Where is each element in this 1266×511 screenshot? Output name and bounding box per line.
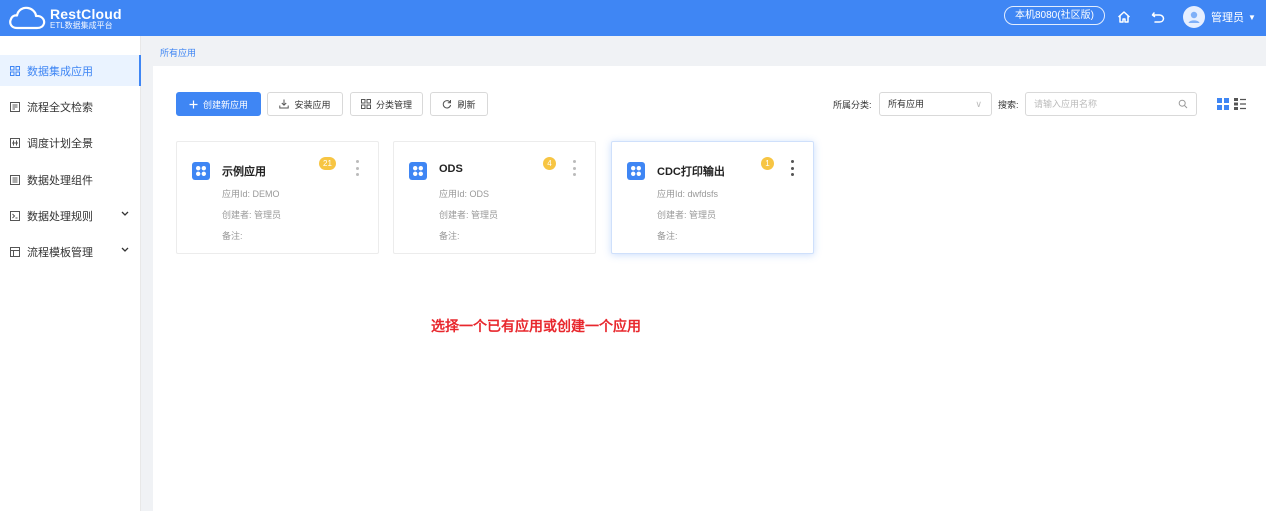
search-label: 搜索: — [998, 100, 1019, 110]
app-icon — [627, 162, 645, 180]
main-content: 所有应用 创建新应用 安装应用 分类管理 刷新 所属分类: 所有应用 ∨ 搜索: — [153, 36, 1266, 511]
app-name: ODS — [439, 163, 463, 175]
plus-icon — [189, 100, 198, 109]
app-name: 示例应用 — [222, 166, 266, 178]
sidebar-item-integration-apps[interactable]: 数据集成应用 — [0, 55, 141, 86]
app-creator: 创建者: 管理员 — [439, 210, 499, 220]
logo[interactable]: RestCloud ETL数据集成平台 — [8, 2, 122, 34]
download-icon — [279, 99, 290, 109]
category-select-value: 所有应用 — [888, 99, 925, 109]
sidebar-item-components[interactable]: 数据处理组件 — [0, 164, 141, 195]
home-icon[interactable] — [1116, 9, 1132, 25]
app-note: 备注: — [657, 231, 678, 241]
sidebar-item-fulltext-search[interactable]: 流程全文检索 — [0, 91, 141, 122]
sidebar-item-schedule[interactable]: 调度计划全景 — [0, 127, 141, 158]
more-options-icon[interactable] — [570, 160, 578, 176]
grid-icon — [9, 65, 20, 76]
app-id: 应用Id: DEMO — [222, 189, 280, 199]
search-icon[interactable] — [1178, 99, 1188, 109]
component-icon — [9, 174, 20, 185]
sidebar-item-label: 数据处理组件 — [27, 174, 93, 187]
logo-subtitle: ETL数据集成平台 — [50, 20, 113, 30]
category-manage-label: 分类管理 — [375, 99, 412, 110]
category-select[interactable]: 所有应用 ∨ — [879, 92, 992, 116]
grid-view-icon[interactable] — [1217, 98, 1229, 110]
category-filter-label: 所属分类: — [833, 100, 872, 110]
app-name: CDC打印输出 — [657, 166, 725, 178]
instruction-hint: 选择一个已有应用或创建一个应用 — [431, 318, 641, 334]
sidebar-item-rules[interactable]: 数据处理规则 — [0, 200, 141, 231]
search-box[interactable] — [1025, 92, 1197, 116]
category-grid-icon — [360, 99, 371, 109]
rule-icon — [9, 210, 20, 221]
create-app-label: 创建新应用 — [202, 99, 248, 110]
chevron-down-icon — [121, 247, 129, 252]
user-name: 管理员 — [1211, 12, 1244, 24]
sidebar-item-label: 调度计划全景 — [27, 137, 93, 150]
sidebar: 数据集成应用 流程全文检索 调度计划全景 数据处理组件 数据处理规则 流程模板管… — [0, 36, 141, 511]
logo-title: RestCloud — [50, 5, 122, 22]
caret-down-icon: ▼ — [1248, 12, 1256, 22]
cloud-logo-icon — [9, 6, 46, 30]
app-card[interactable]: 示例应用 21 应用Id: DEMO 创建者: 管理员 备注: — [176, 141, 379, 254]
top-header: RestCloud ETL数据集成平台 本机8080(社区版) 管理员 ▼ — [0, 0, 1266, 36]
install-app-label: 安装应用 — [294, 99, 331, 110]
app-creator: 创建者: 管理员 — [222, 210, 282, 220]
app-icon — [192, 162, 210, 180]
app-icon — [409, 162, 427, 180]
list-view-icon[interactable] — [1234, 98, 1246, 110]
refresh-button[interactable]: 刷新 — [430, 92, 488, 116]
template-icon — [9, 246, 20, 257]
app-card[interactable]: CDC打印输出 1 应用Id: dwfdsfs 创建者: 管理员 备注: — [611, 141, 814, 254]
server-selector[interactable]: 本机8080(社区版) — [1004, 6, 1105, 25]
breadcrumb-bar: 所有应用 — [153, 36, 1266, 66]
app-id: 应用Id: ODS — [439, 189, 490, 199]
create-app-button[interactable]: 创建新应用 — [176, 92, 261, 116]
app-card[interactable]: ODS 4 应用Id: ODS 创建者: 管理员 备注: — [393, 141, 596, 254]
user-menu[interactable]: 管理员 ▼ — [1183, 3, 1256, 31]
back-icon[interactable] — [1150, 9, 1166, 25]
sidebar-item-label: 数据处理规则 — [27, 210, 93, 223]
chevron-down-icon: ∨ — [975, 99, 982, 109]
install-app-button[interactable]: 安装应用 — [267, 92, 343, 116]
search-doc-icon — [9, 101, 20, 112]
app-note: 备注: — [439, 231, 460, 241]
flow-count-badge: 4 — [543, 157, 556, 170]
app-id: 应用Id: dwfdsfs — [657, 189, 719, 199]
category-manage-button[interactable]: 分类管理 — [350, 92, 423, 116]
app-creator: 创建者: 管理员 — [657, 210, 717, 220]
schedule-icon — [9, 137, 20, 148]
sidebar-item-label: 流程模板管理 — [27, 246, 93, 259]
breadcrumb[interactable]: 所有应用 — [160, 46, 196, 59]
logo-text: RestCloud ETL数据集成平台 — [50, 7, 122, 30]
search-input[interactable] — [1034, 93, 1174, 115]
more-options-icon[interactable] — [788, 160, 796, 176]
app-note: 备注: — [222, 231, 243, 241]
flow-count-badge: 1 — [761, 157, 774, 170]
flow-count-badge: 21 — [319, 157, 336, 170]
sidebar-item-templates[interactable]: 流程模板管理 — [0, 236, 141, 267]
chevron-down-icon — [121, 211, 129, 216]
more-options-icon[interactable] — [353, 160, 361, 176]
sidebar-item-label: 数据集成应用 — [27, 65, 93, 78]
avatar-icon — [1183, 6, 1205, 28]
sidebar-item-label: 流程全文检索 — [27, 101, 93, 114]
refresh-icon — [442, 99, 452, 109]
refresh-label: 刷新 — [457, 99, 476, 110]
